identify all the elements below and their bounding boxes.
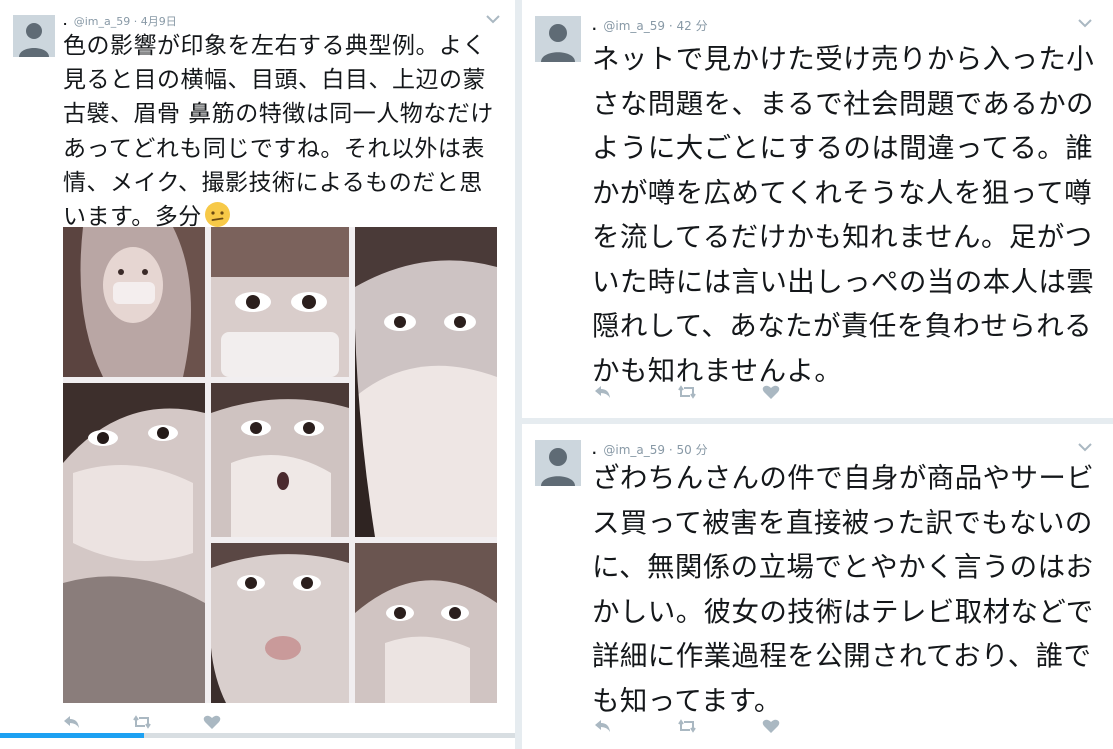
photo-tile	[63, 383, 205, 703]
separator: ·	[668, 19, 677, 33]
tweet-text: ネットで見かけた受け売りから入った小さな問題を、まるで社会問題であるかのように大…	[592, 43, 1095, 387]
timestamp[interactable]: 50 分	[677, 443, 708, 457]
tweet-actions	[63, 714, 273, 730]
retweet-icon[interactable]	[678, 384, 696, 400]
display-name[interactable]: .	[592, 19, 597, 33]
default-avatar-icon[interactable]	[13, 15, 55, 57]
default-avatar-icon[interactable]	[535, 440, 581, 486]
photo-tile	[211, 383, 349, 537]
tweet-actions	[594, 718, 846, 734]
display-name[interactable]: .	[592, 443, 597, 457]
retweet-icon[interactable]	[678, 718, 696, 734]
heart-icon[interactable]	[762, 718, 780, 734]
chevron-down-icon[interactable]	[1077, 14, 1093, 28]
timestamp[interactable]: 4月9日	[141, 15, 177, 28]
media-progress-bar	[0, 733, 515, 738]
tweet-card[interactable]: . @im_a_59 · 50 分 ざわちんさんの件で自身が商品やサービス買って…	[522, 424, 1113, 749]
media-progress-fill	[0, 733, 145, 738]
tweet-card[interactable]: . @im_a_59 · 4月9日 色の影響が印象を左右する典型例。よく見ると目…	[0, 0, 515, 749]
separator: ·	[133, 15, 141, 28]
user-handle[interactable]: @im_a_59	[603, 443, 665, 457]
tweet-text: ざわちんさんの件で自身が商品やサービス買って被害を直接被った訳でもないのに、無関…	[592, 462, 1095, 717]
tweet-card[interactable]: . @im_a_59 · 42 分 ネットで見かけた受け売りから入った小さな問題…	[522, 0, 1113, 418]
timestamp[interactable]: 42 分	[677, 19, 708, 33]
default-avatar-icon[interactable]	[535, 16, 581, 62]
reply-icon[interactable]	[63, 714, 81, 730]
tweet-header: . @im_a_59 · 42 分	[592, 17, 708, 34]
chevron-down-icon[interactable]	[485, 10, 501, 24]
reply-icon[interactable]	[594, 384, 612, 400]
tweet-actions	[594, 384, 846, 400]
chevron-down-icon[interactable]	[1077, 438, 1093, 452]
tweet-text: 色の影響が印象を左右する典型例。よく見ると目の横幅、目頭、白目、上辺の蒙古襞、眉…	[63, 29, 503, 234]
user-handle[interactable]: @im_a_59	[74, 15, 131, 28]
heart-icon[interactable]	[203, 714, 221, 730]
confused-face-emoji	[204, 201, 231, 228]
column-divider	[515, 0, 522, 749]
photo-tile	[211, 227, 349, 377]
heart-icon[interactable]	[762, 384, 780, 400]
user-handle[interactable]: @im_a_59	[603, 19, 665, 33]
tweet-text-body: 色の影響が印象を左右する典型例。よく見ると目の横幅、目頭、白目、上辺の蒙古襞、眉…	[63, 33, 494, 231]
tweet-header: . @im_a_59 · 4月9日	[63, 13, 177, 29]
retweet-icon[interactable]	[133, 714, 151, 730]
photo-tile	[211, 543, 349, 703]
tweet-photo[interactable]	[63, 227, 497, 703]
photo-tile	[63, 227, 205, 377]
display-name[interactable]: .	[63, 15, 67, 28]
separator: ·	[668, 443, 677, 457]
photo-tile	[355, 543, 497, 703]
reply-icon[interactable]	[594, 718, 612, 734]
photo-tile	[355, 227, 497, 537]
